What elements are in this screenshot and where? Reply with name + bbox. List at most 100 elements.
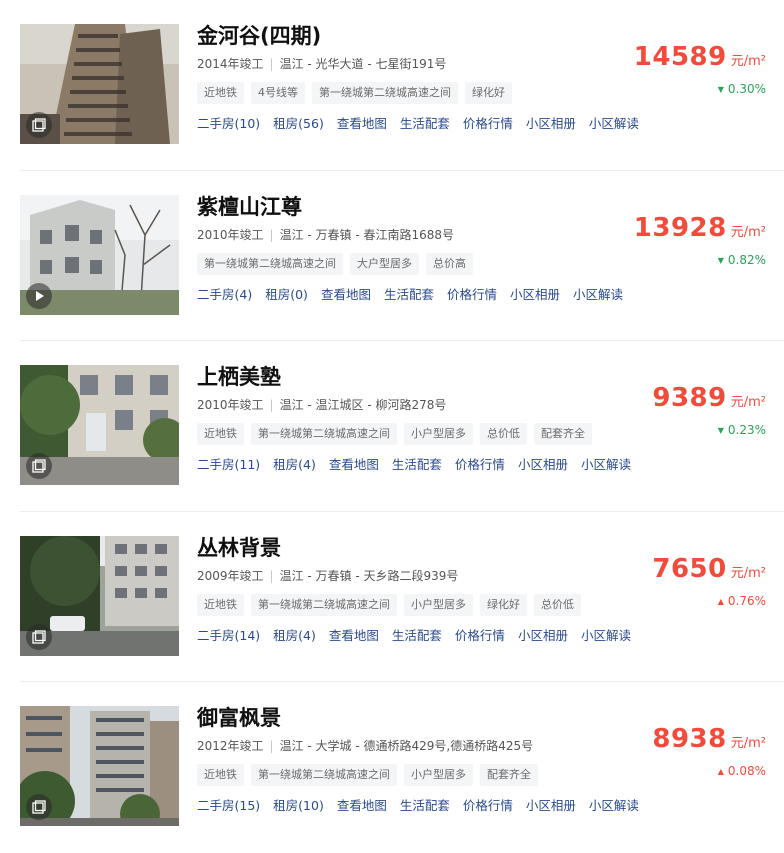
divider: | — [269, 57, 274, 71]
community-address: 2010年竣工 | 温江 - 万春镇 - 春江南路1688号 — [197, 227, 637, 243]
album-icon[interactable] — [26, 623, 52, 650]
tag: 绿化好 — [480, 593, 527, 616]
link-rent[interactable]: 租房(56) — [273, 116, 324, 131]
divider: | — [269, 568, 274, 583]
community-photo[interactable] — [20, 365, 179, 485]
link-price-trend[interactable]: 价格行情 — [455, 628, 505, 643]
price-box: 7650 元/m² ▲ 0.76% — [652, 554, 766, 608]
link-rent[interactable]: 租房(0) — [265, 287, 308, 302]
built-year: 2010年竣工 — [197, 227, 264, 242]
link-album[interactable]: 小区相册 — [526, 116, 576, 131]
community-photo[interactable] — [20, 706, 179, 826]
link-amenities[interactable]: 生活配套 — [384, 287, 434, 302]
link-secondhand[interactable]: 二手房(15) — [197, 798, 260, 813]
tag: 配套齐全 — [480, 764, 538, 786]
down-arrow-icon: ▼ — [717, 426, 724, 435]
price-change: ▲ 0.08% — [652, 764, 766, 778]
tag: 小户型居多 — [404, 593, 473, 616]
video-play-icon[interactable] — [26, 282, 52, 309]
tag: 大户型居多 — [350, 252, 419, 275]
link-album[interactable]: 小区相册 — [518, 628, 568, 643]
album-icon[interactable] — [26, 794, 52, 820]
location: 温江 - 万春镇 - 天乡路二段939号 — [279, 568, 459, 583]
list-item: 丛林背景 2009年竣工 | 温江 - 万春镇 - 天乡路二段939号 近地铁 第一绕… — [20, 512, 784, 682]
community-title[interactable]: 丛林背景 — [197, 534, 637, 562]
change-value: 0.30% — [727, 82, 766, 96]
tag: 小户型居多 — [404, 423, 473, 445]
link-rent[interactable]: 租房(4) — [273, 628, 316, 643]
price-value: 8938 — [652, 724, 727, 754]
community-photo[interactable] — [20, 194, 179, 315]
change-value: 0.08% — [727, 764, 766, 778]
link-album[interactable]: 小区相册 — [526, 798, 576, 813]
album-icon[interactable] — [26, 453, 52, 479]
link-analysis[interactable]: 小区解读 — [581, 457, 631, 472]
community-title[interactable]: 上栖美塾 — [197, 363, 637, 391]
link-rent[interactable]: 租房(4) — [273, 457, 316, 472]
tag-list: 近地铁 第一绕城第二绕城高速之间 小户型居多 总价低 配套齐全 — [197, 422, 637, 445]
down-arrow-icon: ▼ — [717, 255, 724, 265]
tag-list: 近地铁 第一绕城第二绕城高速之间 小户型居多 绿化好 总价低 — [197, 593, 637, 616]
built-year: 2010年竣工 — [197, 398, 264, 412]
price-box: 14589 元/m² ▼ 0.30% — [634, 42, 766, 96]
price-box: 13928 元/m² ▼ 0.82% — [634, 213, 766, 267]
list-item: 金河谷(四期) 2014年竣工 | 温江 - 光华大道 - 七星街191号 近地铁 4… — [20, 0, 784, 171]
built-year: 2009年竣工 — [197, 568, 264, 583]
album-icon[interactable] — [26, 112, 52, 138]
price-value: 7650 — [652, 553, 727, 584]
link-map[interactable]: 查看地图 — [337, 116, 387, 131]
link-map[interactable]: 查看地图 — [329, 457, 379, 472]
price-value: 9389 — [652, 383, 727, 413]
link-secondhand[interactable]: 二手房(14) — [197, 628, 260, 643]
tag: 近地铁 — [197, 82, 244, 104]
community-title[interactable]: 御富枫景 — [197, 704, 637, 732]
price-unit: 元/m² — [730, 736, 766, 751]
location: 温江 - 万春镇 - 春江南路1688号 — [279, 227, 455, 242]
location: 温江 - 光华大道 - 七星街191号 — [279, 57, 447, 71]
community-links: 二手房(14) 租房(4) 查看地图 生活配套 价格行情 小区相册 小区解读 — [197, 625, 637, 644]
link-price-trend[interactable]: 价格行情 — [463, 116, 513, 131]
price-change: ▼ 0.82% — [634, 253, 766, 267]
tag-list: 第一绕城第二绕城高速之间 大户型居多 总价高 — [197, 252, 637, 275]
link-analysis[interactable]: 小区解读 — [573, 287, 623, 302]
link-amenities[interactable]: 生活配套 — [400, 798, 450, 813]
community-title[interactable]: 紫檀山江尊 — [197, 193, 637, 221]
link-map[interactable]: 查看地图 — [321, 287, 371, 302]
link-analysis[interactable]: 小区解读 — [589, 116, 639, 131]
link-map[interactable]: 查看地图 — [329, 628, 379, 643]
link-analysis[interactable]: 小区解读 — [589, 798, 639, 813]
list-item: 紫檀山江尊 2010年竣工 | 温江 - 万春镇 - 春江南路1688号 第一绕城第… — [20, 171, 784, 341]
up-arrow-icon: ▲ — [717, 596, 724, 606]
price-unit: 元/m² — [730, 224, 766, 240]
link-secondhand[interactable]: 二手房(11) — [197, 457, 260, 472]
tag: 配套齐全 — [534, 423, 592, 445]
link-amenities[interactable]: 生活配套 — [392, 457, 442, 472]
link-map[interactable]: 查看地图 — [337, 798, 387, 813]
link-amenities[interactable]: 生活配套 — [392, 628, 442, 643]
link-price-trend[interactable]: 价格行情 — [447, 287, 497, 302]
change-value: 0.76% — [727, 593, 766, 608]
tag: 近地铁 — [197, 593, 244, 616]
link-analysis[interactable]: 小区解读 — [581, 628, 631, 643]
link-rent[interactable]: 租房(10) — [273, 798, 324, 813]
link-price-trend[interactable]: 价格行情 — [463, 798, 513, 813]
tag: 绿化好 — [465, 82, 512, 104]
link-price-trend[interactable]: 价格行情 — [455, 457, 505, 472]
link-album[interactable]: 小区相册 — [518, 457, 568, 472]
tag: 第一绕城第二绕城高速之间 — [251, 423, 397, 445]
community-photo[interactable] — [20, 24, 179, 144]
link-secondhand[interactable]: 二手房(10) — [197, 116, 260, 131]
location: 温江 - 大学城 - 德通桥路429号,德通桥路425号 — [279, 739, 534, 753]
community-photo[interactable] — [20, 535, 179, 656]
community-title[interactable]: 金河谷(四期) — [197, 22, 637, 50]
link-amenities[interactable]: 生活配套 — [400, 116, 450, 131]
tag-list: 近地铁 第一绕城第二绕城高速之间 小户型居多 配套齐全 — [197, 763, 637, 786]
price-change: ▲ 0.76% — [652, 594, 766, 608]
price-value: 13928 — [633, 212, 727, 243]
change-value: 0.82% — [727, 252, 766, 267]
tag: 总价低 — [534, 593, 581, 616]
link-album[interactable]: 小区相册 — [510, 287, 560, 302]
community-address: 2012年竣工 | 温江 - 大学城 - 德通桥路429号,德通桥路425号 — [197, 738, 637, 754]
price-unit: 元/m² — [730, 565, 766, 581]
link-secondhand[interactable]: 二手房(4) — [197, 287, 252, 302]
